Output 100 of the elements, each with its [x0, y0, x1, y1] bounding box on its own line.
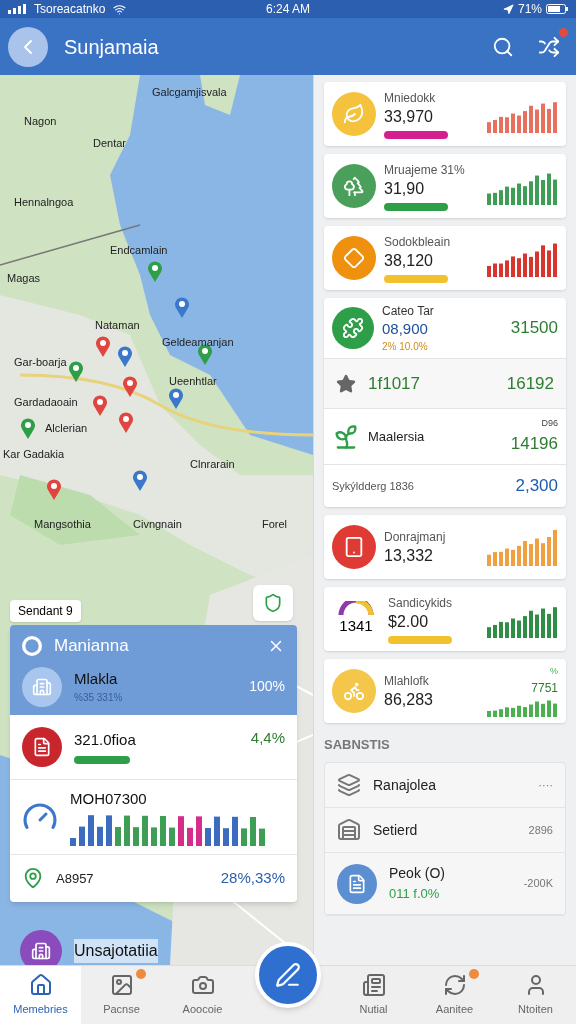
refresh-icon	[442, 972, 467, 997]
item-label: Ranajolea	[373, 775, 438, 795]
stat-card[interactable]: Sodokbleain 38,120	[324, 226, 566, 290]
map-pin-icon[interactable]	[117, 345, 133, 367]
battery-icon	[546, 4, 568, 14]
card-value: 86,283	[384, 689, 434, 710]
map-pin-icon[interactable]	[92, 394, 108, 416]
map-pin-icon[interactable]	[46, 478, 62, 500]
card-title: Mniedokk	[384, 90, 437, 107]
ring-icon	[22, 635, 42, 656]
selected-place-row[interactable]: Mlakla %35 331% 100%	[22, 666, 285, 707]
row-value: MOH07300	[70, 788, 148, 809]
list-item[interactable]: Peok (O) 011 f.0% -200K	[325, 853, 565, 915]
warehouse-icon	[337, 818, 361, 843]
map-pin-icon[interactable]	[95, 335, 111, 357]
place-percent: 100%	[249, 677, 285, 696]
row-percent: 28%,33%	[220, 868, 285, 888]
place-label: Gar-boarja	[14, 355, 67, 370]
map-chip[interactable]: Sendant 9	[10, 600, 81, 622]
map-pin-icon[interactable]	[132, 469, 148, 491]
row-value: 1f1017	[368, 372, 421, 395]
place-label: Forel	[262, 517, 288, 532]
place-label: Civngnain	[133, 517, 182, 532]
item-value: ····	[538, 778, 553, 793]
star-icon	[336, 373, 356, 394]
item-label: Setierd	[373, 820, 419, 840]
popup-title: Manianna	[54, 635, 130, 657]
card-value: 31,90	[384, 179, 426, 199]
card-title: Mruajeme 31%	[384, 162, 466, 179]
newspaper-icon	[361, 972, 386, 997]
card-value: $2.00	[388, 611, 430, 632]
card-title: Donrajmanj	[384, 528, 447, 546]
row-change: 2% 10.0%	[382, 339, 429, 354]
place-name: Mlakla	[74, 668, 119, 689]
location-icon	[503, 3, 514, 15]
map-pin-icon[interactable]	[174, 296, 190, 318]
stat-card[interactable]: 1341 Sandicykids $2.00	[324, 586, 566, 651]
search-icon	[492, 35, 514, 58]
list-item[interactable]: Ranajolea ····	[325, 763, 565, 809]
place-label: Ueenhtlar	[169, 374, 217, 389]
row-value: 08,900	[382, 320, 429, 339]
place-label: Geldeamanjan	[162, 335, 234, 350]
section-heading: SABNSTIS	[324, 735, 391, 754]
shield-button[interactable]	[253, 585, 293, 621]
place-label: Gardadaoain	[14, 395, 78, 410]
card-value: 38,120	[384, 251, 434, 271]
row-title: Maalersia	[368, 428, 426, 446]
card-title: Sandicykids	[388, 594, 454, 612]
category-icon	[332, 306, 374, 349]
nav-tab[interactable]: Aanitee	[414, 966, 495, 1024]
card-title: Sodokbleain	[384, 234, 452, 251]
stat-card[interactable]: Mlahlofk 86,283 % 7751	[324, 658, 566, 723]
shield-icon	[263, 593, 283, 613]
row-total: 2,300	[515, 475, 558, 498]
pen-icon	[275, 962, 301, 988]
map-pin-icon[interactable]	[168, 387, 184, 409]
carrier-name: Tsoreacatnko	[34, 1, 106, 18]
place-detail: %35 331%	[74, 691, 124, 706]
card-title: Mlahlofk	[384, 672, 430, 690]
row-title: Sykýldderg 1836	[332, 478, 415, 494]
back-button[interactable]	[8, 26, 48, 67]
row-percent: 4,4%	[250, 727, 285, 748]
place-label: Alclerian	[45, 421, 88, 436]
wifi-icon	[113, 2, 127, 16]
nav-tab[interactable]: Memebries	[0, 966, 81, 1024]
stat-card[interactable]: Mruajeme 31% 31,90	[324, 154, 566, 218]
map-pin-icon[interactable]	[122, 375, 138, 397]
gauge-icon	[338, 600, 374, 615]
list-item[interactable]: Setierd 2896	[325, 808, 565, 854]
gauge-value: 1341	[339, 615, 373, 636]
stat-card[interactable]: Donrajmanj 13,332	[324, 514, 566, 579]
place-icon	[22, 666, 62, 707]
item-value: -200K	[523, 876, 553, 892]
place-label: Kar Gadakia	[3, 447, 65, 462]
nav-tab[interactable]: Ntoiten	[495, 966, 576, 1024]
nav-tab[interactable]: Aoocoie	[162, 966, 243, 1024]
trend-value: 7751	[531, 679, 558, 697]
shuffle-icon	[538, 35, 560, 58]
item-change: 011 f.0%	[389, 885, 441, 904]
nav-tab[interactable]: Nutial	[333, 966, 414, 1024]
place-label: Hennalngoa	[14, 195, 74, 210]
place-label: Mangsothia	[34, 517, 91, 532]
map-pin-icon[interactable]	[118, 411, 134, 433]
clock-time: 6:24 AM	[265, 1, 311, 18]
trend-label: %	[550, 665, 558, 678]
image-icon	[109, 972, 134, 997]
stat-card[interactable]: Mniedokk 33,970	[324, 82, 566, 146]
place-label: Galcgamjisvala	[152, 85, 227, 100]
row-title: Cateo Tar	[382, 303, 435, 320]
row-total: 16192	[506, 372, 554, 395]
place-label: Nataman	[95, 318, 140, 333]
leaf-icon	[332, 422, 360, 451]
layers-icon	[337, 773, 361, 798]
signal-icon	[8, 4, 26, 14]
battery-percent: 71%	[518, 1, 542, 18]
place-label: Clnrarain	[190, 457, 235, 472]
map-pin-icon	[22, 867, 44, 890]
nav-tab[interactable]: Pacnse	[81, 966, 162, 1024]
home-icon	[28, 972, 53, 997]
place-label: Nagon	[24, 114, 57, 129]
